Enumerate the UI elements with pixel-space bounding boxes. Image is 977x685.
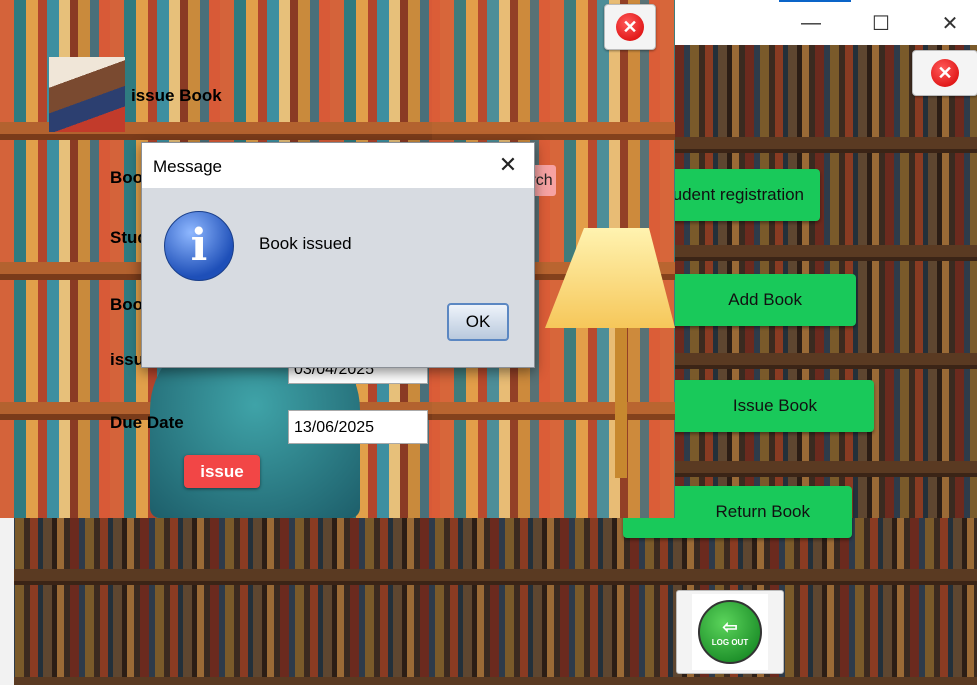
add-book-label: Add Book <box>728 290 802 309</box>
ok-button-label: OK <box>465 312 491 331</box>
titlebar-accent <box>779 0 851 2</box>
main-titlebar: — ☐ ✕ <box>675 0 977 45</box>
main-exit-button[interactable]: ✕ <box>912 50 977 96</box>
exit-arrow-icon: ⇦ <box>722 616 738 637</box>
close-icon: ✕ <box>941 12 959 35</box>
student-registration-label: Student registration <box>656 185 804 204</box>
red-close-icon: ✕ <box>616 13 644 41</box>
info-icon: i <box>164 211 234 281</box>
search-button[interactable]: Search <box>532 165 556 196</box>
dialog-titlebar: Message ✕ <box>142 143 534 188</box>
due-date-field[interactable]: 13/06/2025 <box>288 410 428 444</box>
issue-window-title: issue Book <box>131 86 222 105</box>
minimize-button[interactable]: — <box>789 8 833 38</box>
lamp-stand <box>615 328 627 478</box>
logout-icon-frame: ⇦ LOG OUT <box>692 594 768 670</box>
due-date-label: Due Date <box>110 413 184 432</box>
red-close-icon: ✕ <box>931 59 959 87</box>
logout-icon-text: LOG OUT <box>711 637 749 647</box>
return-book-label: Return Book <box>715 502 811 521</box>
logout-button[interactable]: ⇦ LOG OUT <box>676 590 784 674</box>
issue-button[interactable]: issue <box>184 455 260 488</box>
window-close-button[interactable]: ✕ <box>928 8 972 38</box>
maximize-button[interactable]: ☐ <box>859 8 903 38</box>
message-dialog: Message ✕ i Book issued OK <box>141 142 535 368</box>
dialog-close-button[interactable]: ✕ <box>494 152 522 178</box>
close-icon: ✕ <box>498 152 518 177</box>
window-border <box>0 518 14 685</box>
books-photo <box>49 57 125 132</box>
ok-button[interactable]: OK <box>447 303 509 341</box>
maximize-icon: ☐ <box>872 12 890 35</box>
issue-button-label: issue <box>200 461 244 481</box>
minimize-icon: — <box>801 11 821 34</box>
issue-window-close-button[interactable]: ✕ <box>604 4 656 50</box>
dialog-message: Book issued <box>259 234 352 253</box>
dialog-title: Message <box>153 157 222 176</box>
search-button-label: Search <box>532 172 553 189</box>
logout-icon: ⇦ LOG OUT <box>698 600 762 664</box>
issue-book-label: Issue Book <box>732 396 817 415</box>
